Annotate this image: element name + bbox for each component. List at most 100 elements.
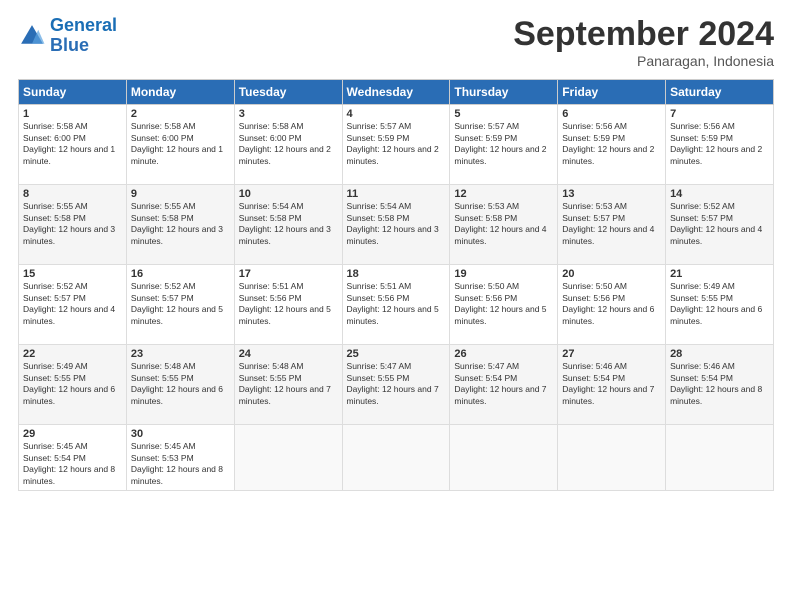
calendar-day-cell bbox=[666, 425, 774, 491]
day-number: 27 bbox=[562, 348, 661, 360]
weekday-header: Wednesday bbox=[342, 80, 450, 105]
day-number: 23 bbox=[131, 348, 230, 360]
logo-text: General Blue bbox=[50, 16, 117, 56]
day-number: 19 bbox=[454, 268, 553, 280]
day-info: Sunrise: 5:45 AMSunset: 5:53 PMDaylight:… bbox=[131, 441, 223, 485]
weekday-header: Monday bbox=[126, 80, 234, 105]
calendar-day-cell: 4 Sunrise: 5:57 AMSunset: 5:59 PMDayligh… bbox=[342, 105, 450, 185]
logo: General Blue bbox=[18, 16, 117, 56]
calendar-day-cell: 30 Sunrise: 5:45 AMSunset: 5:53 PMDaylig… bbox=[126, 425, 234, 491]
calendar-table: SundayMondayTuesdayWednesdayThursdayFrid… bbox=[18, 79, 774, 491]
day-info: Sunrise: 5:51 AMSunset: 5:56 PMDaylight:… bbox=[347, 281, 439, 325]
day-number: 18 bbox=[347, 268, 446, 280]
calendar-day-cell: 29 Sunrise: 5:45 AMSunset: 5:54 PMDaylig… bbox=[19, 425, 127, 491]
day-info: Sunrise: 5:57 AMSunset: 5:59 PMDaylight:… bbox=[347, 121, 439, 165]
calendar-day-cell: 10 Sunrise: 5:54 AMSunset: 5:58 PMDaylig… bbox=[234, 185, 342, 265]
day-number: 22 bbox=[23, 348, 122, 360]
calendar-day-cell: 14 Sunrise: 5:52 AMSunset: 5:57 PMDaylig… bbox=[666, 185, 774, 265]
day-info: Sunrise: 5:55 AMSunset: 5:58 PMDaylight:… bbox=[131, 201, 223, 245]
header: General Blue September 2024 Panaragan, I… bbox=[18, 16, 774, 69]
calendar-day-cell: 6 Sunrise: 5:56 AMSunset: 5:59 PMDayligh… bbox=[558, 105, 666, 185]
day-info: Sunrise: 5:58 AMSunset: 6:00 PMDaylight:… bbox=[23, 121, 115, 165]
calendar-week-row: 8 Sunrise: 5:55 AMSunset: 5:58 PMDayligh… bbox=[19, 185, 774, 265]
calendar-week-row: 29 Sunrise: 5:45 AMSunset: 5:54 PMDaylig… bbox=[19, 425, 774, 491]
calendar-day-cell: 25 Sunrise: 5:47 AMSunset: 5:55 PMDaylig… bbox=[342, 345, 450, 425]
day-info: Sunrise: 5:47 AMSunset: 5:55 PMDaylight:… bbox=[347, 361, 439, 405]
calendar-week-row: 1 Sunrise: 5:58 AMSunset: 6:00 PMDayligh… bbox=[19, 105, 774, 185]
weekday-header: Tuesday bbox=[234, 80, 342, 105]
day-info: Sunrise: 5:50 AMSunset: 5:56 PMDaylight:… bbox=[562, 281, 654, 325]
calendar-day-cell: 8 Sunrise: 5:55 AMSunset: 5:58 PMDayligh… bbox=[19, 185, 127, 265]
day-number: 12 bbox=[454, 188, 553, 200]
day-info: Sunrise: 5:46 AMSunset: 5:54 PMDaylight:… bbox=[670, 361, 762, 405]
calendar-day-cell: 9 Sunrise: 5:55 AMSunset: 5:58 PMDayligh… bbox=[126, 185, 234, 265]
day-number: 2 bbox=[131, 108, 230, 120]
day-info: Sunrise: 5:58 AMSunset: 6:00 PMDaylight:… bbox=[131, 121, 223, 165]
day-number: 8 bbox=[23, 188, 122, 200]
day-number: 16 bbox=[131, 268, 230, 280]
day-info: Sunrise: 5:55 AMSunset: 5:58 PMDaylight:… bbox=[23, 201, 115, 245]
calendar-day-cell: 21 Sunrise: 5:49 AMSunset: 5:55 PMDaylig… bbox=[666, 265, 774, 345]
calendar-day-cell bbox=[450, 425, 558, 491]
calendar-header-row: SundayMondayTuesdayWednesdayThursdayFrid… bbox=[19, 80, 774, 105]
calendar-day-cell: 20 Sunrise: 5:50 AMSunset: 5:56 PMDaylig… bbox=[558, 265, 666, 345]
month-title: September 2024 bbox=[513, 16, 774, 53]
day-info: Sunrise: 5:50 AMSunset: 5:56 PMDaylight:… bbox=[454, 281, 546, 325]
day-info: Sunrise: 5:54 AMSunset: 5:58 PMDaylight:… bbox=[239, 201, 331, 245]
day-number: 1 bbox=[23, 108, 122, 120]
day-info: Sunrise: 5:53 AMSunset: 5:57 PMDaylight:… bbox=[562, 201, 654, 245]
day-number: 9 bbox=[131, 188, 230, 200]
day-number: 21 bbox=[670, 268, 769, 280]
calendar-day-cell: 22 Sunrise: 5:49 AMSunset: 5:55 PMDaylig… bbox=[19, 345, 127, 425]
calendar-day-cell: 28 Sunrise: 5:46 AMSunset: 5:54 PMDaylig… bbox=[666, 345, 774, 425]
day-number: 3 bbox=[239, 108, 338, 120]
calendar-day-cell: 3 Sunrise: 5:58 AMSunset: 6:00 PMDayligh… bbox=[234, 105, 342, 185]
day-info: Sunrise: 5:58 AMSunset: 6:00 PMDaylight:… bbox=[239, 121, 331, 165]
calendar-day-cell: 18 Sunrise: 5:51 AMSunset: 5:56 PMDaylig… bbox=[342, 265, 450, 345]
day-info: Sunrise: 5:51 AMSunset: 5:56 PMDaylight:… bbox=[239, 281, 331, 325]
day-info: Sunrise: 5:52 AMSunset: 5:57 PMDaylight:… bbox=[670, 201, 762, 245]
day-info: Sunrise: 5:47 AMSunset: 5:54 PMDaylight:… bbox=[454, 361, 546, 405]
title-block: September 2024 Panaragan, Indonesia bbox=[513, 16, 774, 69]
calendar-day-cell: 26 Sunrise: 5:47 AMSunset: 5:54 PMDaylig… bbox=[450, 345, 558, 425]
day-number: 4 bbox=[347, 108, 446, 120]
calendar-week-row: 15 Sunrise: 5:52 AMSunset: 5:57 PMDaylig… bbox=[19, 265, 774, 345]
day-info: Sunrise: 5:52 AMSunset: 5:57 PMDaylight:… bbox=[131, 281, 223, 325]
day-number: 30 bbox=[131, 428, 230, 440]
calendar-day-cell: 11 Sunrise: 5:54 AMSunset: 5:58 PMDaylig… bbox=[342, 185, 450, 265]
weekday-header: Saturday bbox=[666, 80, 774, 105]
day-number: 17 bbox=[239, 268, 338, 280]
calendar-day-cell bbox=[234, 425, 342, 491]
calendar-day-cell: 12 Sunrise: 5:53 AMSunset: 5:58 PMDaylig… bbox=[450, 185, 558, 265]
calendar-day-cell bbox=[342, 425, 450, 491]
day-info: Sunrise: 5:57 AMSunset: 5:59 PMDaylight:… bbox=[454, 121, 546, 165]
day-number: 6 bbox=[562, 108, 661, 120]
calendar-day-cell: 5 Sunrise: 5:57 AMSunset: 5:59 PMDayligh… bbox=[450, 105, 558, 185]
day-info: Sunrise: 5:48 AMSunset: 5:55 PMDaylight:… bbox=[239, 361, 331, 405]
day-number: 15 bbox=[23, 268, 122, 280]
day-info: Sunrise: 5:49 AMSunset: 5:55 PMDaylight:… bbox=[670, 281, 762, 325]
day-info: Sunrise: 5:54 AMSunset: 5:58 PMDaylight:… bbox=[347, 201, 439, 245]
day-number: 7 bbox=[670, 108, 769, 120]
day-number: 14 bbox=[670, 188, 769, 200]
day-info: Sunrise: 5:56 AMSunset: 5:59 PMDaylight:… bbox=[562, 121, 654, 165]
day-info: Sunrise: 5:56 AMSunset: 5:59 PMDaylight:… bbox=[670, 121, 762, 165]
logo-blue: Blue bbox=[50, 35, 89, 55]
day-number: 11 bbox=[347, 188, 446, 200]
weekday-header: Friday bbox=[558, 80, 666, 105]
day-number: 24 bbox=[239, 348, 338, 360]
calendar-day-cell: 23 Sunrise: 5:48 AMSunset: 5:55 PMDaylig… bbox=[126, 345, 234, 425]
day-info: Sunrise: 5:48 AMSunset: 5:55 PMDaylight:… bbox=[131, 361, 223, 405]
day-number: 28 bbox=[670, 348, 769, 360]
calendar-day-cell: 27 Sunrise: 5:46 AMSunset: 5:54 PMDaylig… bbox=[558, 345, 666, 425]
calendar-day-cell: 2 Sunrise: 5:58 AMSunset: 6:00 PMDayligh… bbox=[126, 105, 234, 185]
calendar-day-cell: 16 Sunrise: 5:52 AMSunset: 5:57 PMDaylig… bbox=[126, 265, 234, 345]
day-info: Sunrise: 5:52 AMSunset: 5:57 PMDaylight:… bbox=[23, 281, 115, 325]
calendar-day-cell: 24 Sunrise: 5:48 AMSunset: 5:55 PMDaylig… bbox=[234, 345, 342, 425]
calendar-day-cell: 7 Sunrise: 5:56 AMSunset: 5:59 PMDayligh… bbox=[666, 105, 774, 185]
calendar-week-row: 22 Sunrise: 5:49 AMSunset: 5:55 PMDaylig… bbox=[19, 345, 774, 425]
location-subtitle: Panaragan, Indonesia bbox=[513, 53, 774, 69]
day-number: 25 bbox=[347, 348, 446, 360]
weekday-header: Sunday bbox=[19, 80, 127, 105]
calendar-day-cell: 13 Sunrise: 5:53 AMSunset: 5:57 PMDaylig… bbox=[558, 185, 666, 265]
